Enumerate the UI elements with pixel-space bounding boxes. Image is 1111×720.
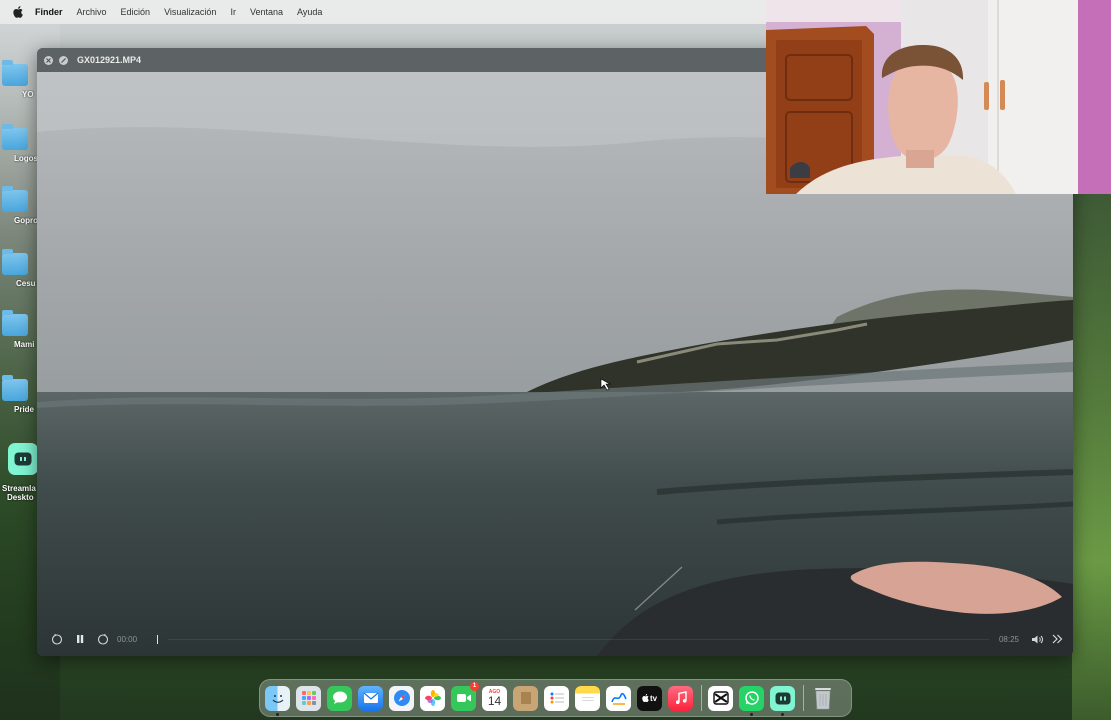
menu-archivo[interactable]: Archivo [77,7,107,17]
freeform-icon [610,692,627,705]
expand-icon [61,57,66,63]
desktop-wallpaper-right [1072,194,1111,720]
apple-icon[interactable] [12,6,24,18]
playback-controls: 00:00 08:25 [37,622,1073,656]
dock-notes-brown[interactable] [513,685,538,711]
capcut-icon [712,691,729,705]
apple-icon [642,694,649,702]
dock-photos[interactable] [420,685,445,711]
folder-icon [2,249,28,275]
playhead[interactable] [157,634,159,644]
skip-back-icon [51,633,63,645]
notes-icon [581,697,594,701]
facetime-icon [456,694,471,702]
player-title: GX012921.MP4 [77,55,142,65]
notification-badge: 1 [470,681,479,691]
mail-icon [363,692,378,703]
folder-icon [2,124,28,150]
folder-icon [2,186,28,212]
whatsapp-icon [744,691,759,705]
dock-freeform[interactable] [606,685,631,711]
dock: 1 AGO 14 tv [259,679,852,717]
rewind-15-button[interactable] [51,633,63,645]
dock-streamlabs[interactable] [770,685,795,716]
music-note-icon [675,691,687,704]
messages-icon [332,691,347,704]
skip-forward-icon [97,633,109,645]
finder-icon [272,695,283,703]
dock-safari[interactable] [389,685,414,711]
menu-ir[interactable]: Ir [230,7,236,17]
dock-calendar[interactable]: AGO 14 [482,685,507,711]
streamlabs-icon [775,692,790,704]
pause-icon [77,635,84,643]
menu-ayuda[interactable]: Ayuda [297,7,322,17]
speaker-icon [1032,635,1043,643]
menu-edicion[interactable]: Edición [121,7,151,17]
dock-whatsapp[interactable] [739,685,764,716]
contacts-icon [520,692,531,704]
dock-separator [803,685,804,711]
dock-mail[interactable] [358,685,383,711]
reminders-icon [550,692,564,704]
dock-capcut[interactable] [708,685,733,711]
volume-button[interactable] [1031,634,1044,645]
close-button[interactable] [44,55,53,65]
more-controls-button[interactable] [1052,634,1063,644]
dock-stickies[interactable] [575,685,600,711]
running-indicator [276,712,279,716]
dock-reminders[interactable] [544,685,569,711]
safari-icon [393,690,410,706]
forward-15-button[interactable] [97,633,109,645]
menu-visualizacion[interactable]: Visualización [164,7,216,17]
dock-music[interactable] [668,685,693,711]
close-icon [46,57,51,63]
running-indicator [781,712,784,716]
dock-separator [701,685,702,711]
dock-appletv[interactable]: tv [637,685,662,711]
remaining-time: 08:25 [998,634,1019,644]
folder-icon [2,310,28,336]
tv-label: tv [649,693,658,703]
folder-icon [2,60,28,86]
folder-icon [2,375,28,401]
dock-facetime[interactable]: 1 [451,681,479,711]
fullscreen-button[interactable] [59,55,68,65]
photos-icon [424,690,441,706]
menu-ventana[interactable]: Ventana [250,7,283,17]
dock-messages[interactable] [327,685,352,711]
launchpad-icon [301,691,316,705]
dock-trash[interactable] [810,686,835,711]
current-time: 00:00 [117,634,138,644]
dock-finder[interactable] [265,685,290,716]
pause-button[interactable] [75,634,85,644]
progress-track[interactable] [168,638,989,640]
running-indicator [750,712,753,716]
chevron-double-right-icon [1052,634,1063,644]
dock-launchpad[interactable] [296,685,321,711]
trash-icon [814,688,831,710]
streamlabs-icon [8,443,38,475]
webcam-overlay [766,0,1111,194]
calendar-day: 14 [487,693,502,708]
menu-finder[interactable]: Finder [35,7,63,17]
